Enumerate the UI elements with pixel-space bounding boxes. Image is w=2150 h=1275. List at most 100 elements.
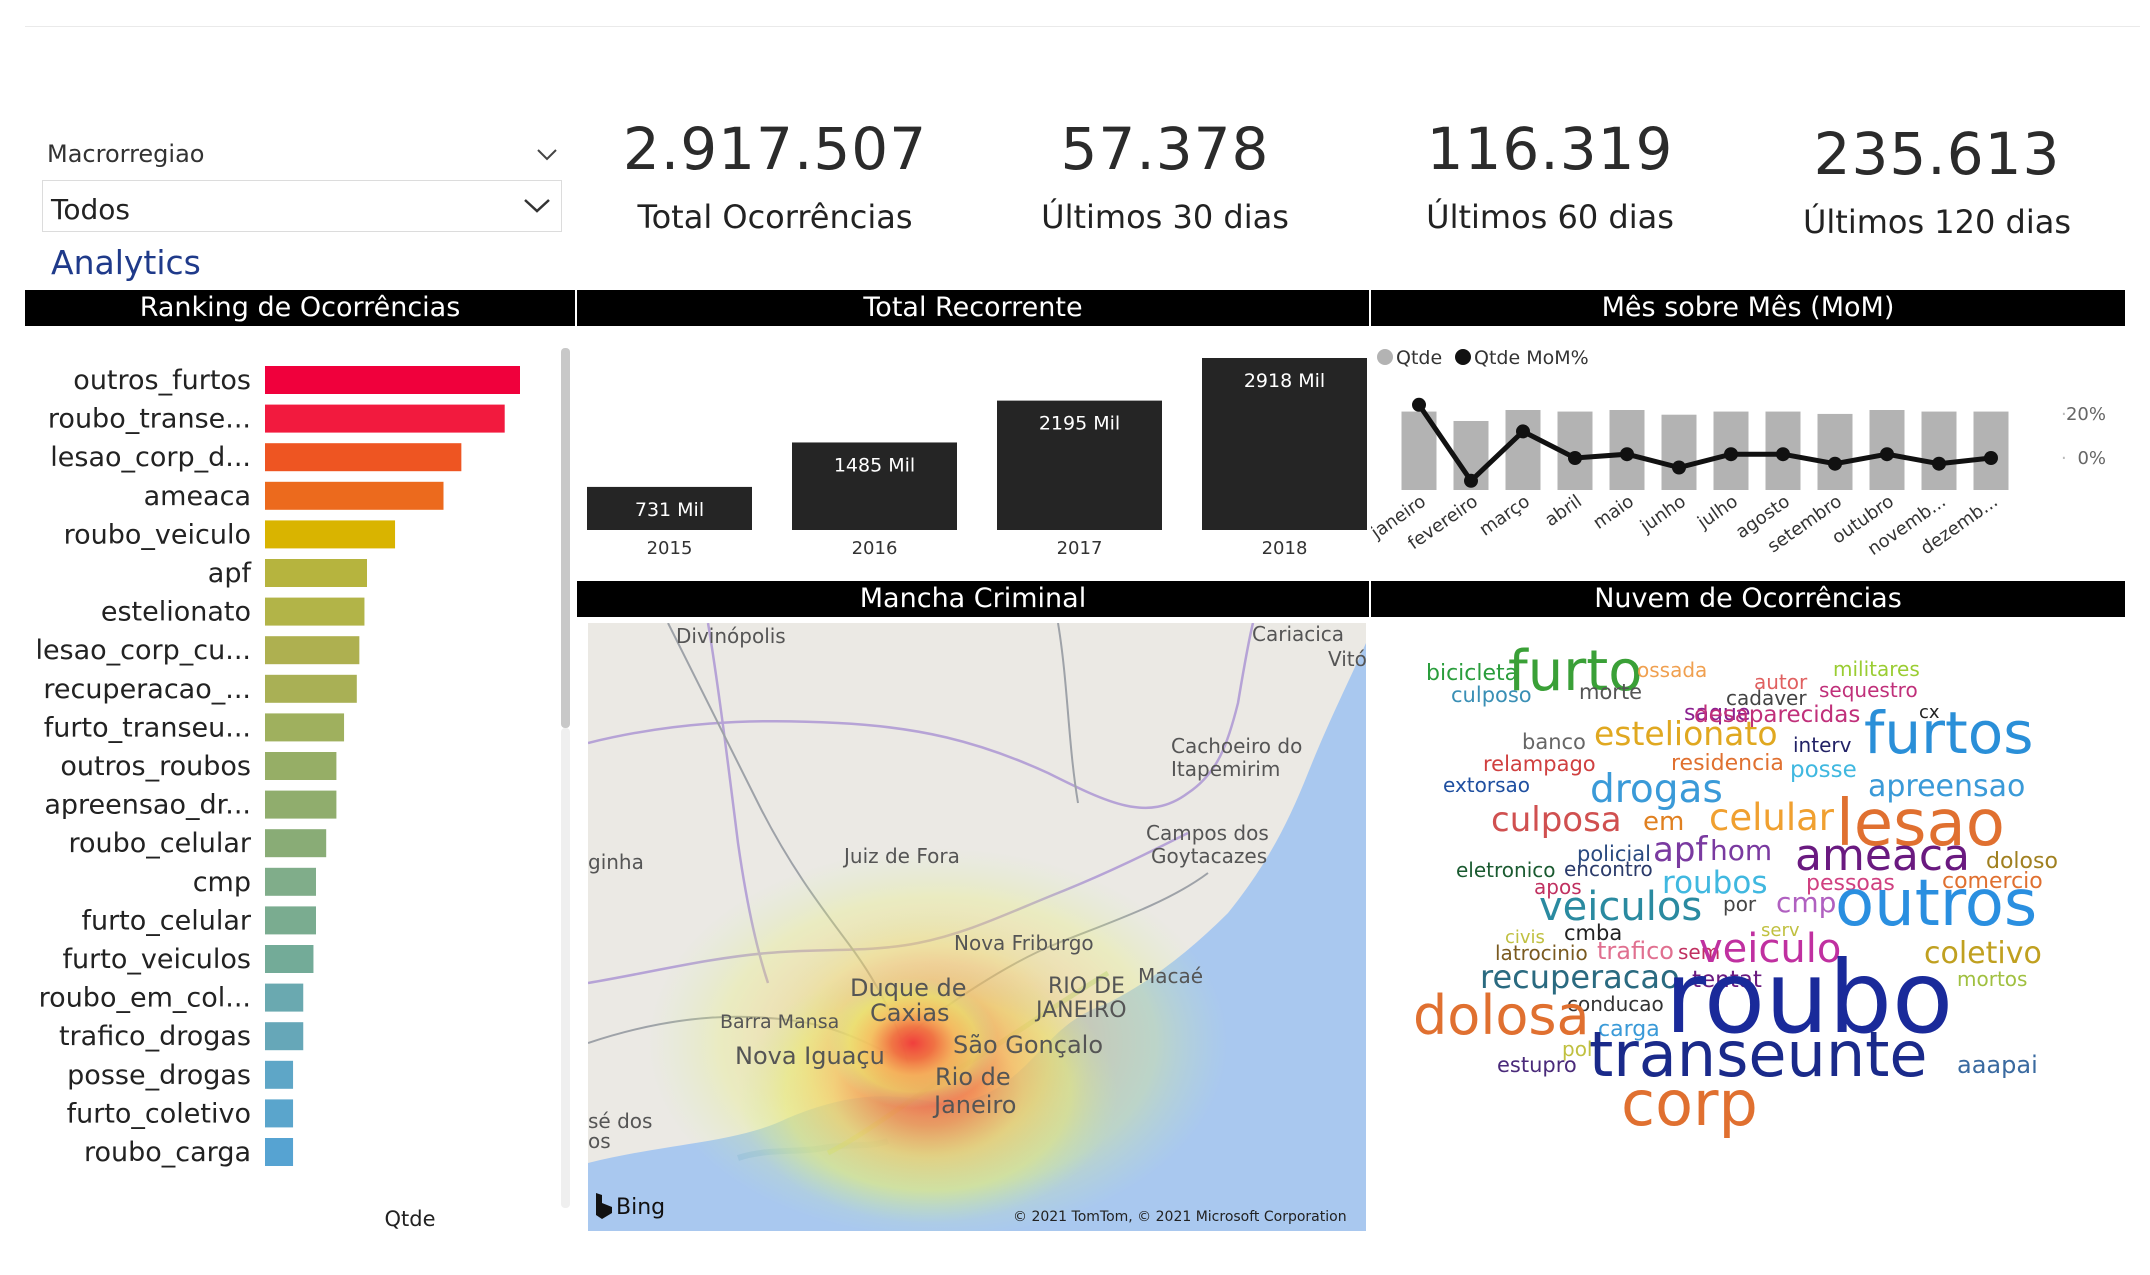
ranking-chart[interactable]: outros_furtos roubo_transe... lesao_corp_d… bbox=[25, 340, 575, 1240]
recorrente-x-label: 2015 bbox=[647, 538, 693, 559]
mom-header: Mês sobre Mês (MoM) bbox=[1371, 290, 2125, 326]
word-cloud-word[interactable]: extorsao bbox=[1443, 773, 1530, 797]
mom-point[interactable] bbox=[1620, 447, 1634, 462]
ranking-bar[interactable] bbox=[265, 1138, 294, 1166]
mom-qtde-bar[interactable] bbox=[1817, 413, 1853, 490]
mom-qtde-bar[interactable] bbox=[1505, 410, 1541, 490]
word-cloud-word[interactable]: cmp bbox=[1776, 886, 1836, 919]
word-cloud-word[interactable]: ossada bbox=[1637, 658, 1707, 682]
word-cloud-word[interactable]: por bbox=[1723, 892, 1757, 916]
mom-point[interactable] bbox=[1880, 447, 1894, 462]
nuvem-header: Nuvem de Ocorrências bbox=[1371, 581, 2125, 617]
mom-qtde-bar[interactable] bbox=[1921, 411, 1957, 490]
mom-point[interactable] bbox=[1932, 456, 1946, 471]
legend-mom-marker bbox=[1455, 349, 1471, 365]
word-cloud-word[interactable]: apf bbox=[1653, 830, 1708, 870]
word-cloud-word[interactable]: estelionato bbox=[1594, 714, 1778, 753]
ranking-bar[interactable] bbox=[265, 366, 520, 394]
word-cloud-word[interactable]: posse bbox=[1790, 757, 1857, 783]
word-cloud-word[interactable]: aaapai bbox=[1957, 1051, 2038, 1079]
mom-x-label: junho bbox=[1636, 491, 1690, 538]
kpi-30d-label: Últimos 30 dias bbox=[1041, 198, 1289, 236]
mom-point[interactable] bbox=[1828, 456, 1842, 471]
ranking-bar[interactable] bbox=[265, 1022, 304, 1051]
place-cachoeiro-1: Cachoeiro do bbox=[1171, 734, 1302, 758]
ranking-bar[interactable] bbox=[265, 752, 337, 780]
place-vitoria: Vitó bbox=[1328, 647, 1366, 671]
ranking-bar[interactable] bbox=[265, 481, 444, 510]
kpi-total-value: 2.917.507 bbox=[622, 115, 928, 183]
bing-text: Bing bbox=[616, 1195, 665, 1220]
ranking-category-label: roubo_em_col... bbox=[39, 983, 251, 1014]
ranking-bar[interactable] bbox=[265, 1099, 294, 1128]
crime-heat-map[interactable]: Divinópolis Cariacica Vitó Cachoeiro do … bbox=[588, 623, 1366, 1231]
ranking-bar[interactable] bbox=[265, 867, 316, 896]
ranking-bar[interactable] bbox=[265, 829, 327, 858]
ranking-category-label: roubo_celular bbox=[68, 828, 251, 859]
recorrente-data-label: 1485 Mil bbox=[834, 454, 915, 476]
ranking-bar[interactable] bbox=[265, 597, 365, 626]
word-cloud-word[interactable]: interv bbox=[1793, 733, 1852, 757]
kpi-60d-value: 116.319 bbox=[1426, 115, 1674, 183]
kpi-60d-label: Últimos 60 dias bbox=[1426, 198, 1674, 236]
mom-point[interactable] bbox=[1516, 424, 1530, 439]
recorrente-chart[interactable]: 731 Mil 2015 1485 Mil 2016 2195 Mil 2017 2918 … bbox=[577, 330, 1369, 570]
legend-qtde-label: Qtde bbox=[1396, 347, 1442, 369]
place-campos-1: Campos dos bbox=[1146, 821, 1269, 845]
legend-qtde-marker bbox=[1377, 349, 1393, 365]
ranking-scrollbar[interactable] bbox=[561, 348, 570, 728]
mom-qtde-bar[interactable] bbox=[1973, 411, 2009, 490]
ranking-category-label: furto_celular bbox=[81, 905, 251, 936]
mom-point[interactable] bbox=[1412, 397, 1426, 412]
word-cloud-word[interactable]: mortos bbox=[1957, 967, 2027, 991]
mom-point[interactable] bbox=[1464, 473, 1478, 488]
top-divider bbox=[25, 26, 2140, 27]
ranking-bar[interactable] bbox=[265, 983, 304, 1012]
ranking-category-label: recuperacao_... bbox=[43, 674, 251, 705]
ranking-bar[interactable] bbox=[265, 404, 505, 433]
ranking-bar[interactable] bbox=[265, 559, 367, 587]
word-cloud-word[interactable]: estupro bbox=[1497, 1053, 1577, 1077]
ranking-category-label: lesao_corp_d... bbox=[50, 442, 251, 473]
mom-x-label: abril bbox=[1541, 491, 1586, 531]
mom-point[interactable] bbox=[1776, 447, 1790, 462]
word-cloud[interactable]: bicicletafurtoossada militaresculposo mort… bbox=[1371, 620, 2150, 1140]
word-cloud-word[interactable]: outros bbox=[1835, 867, 2037, 941]
word-cloud-word[interactable]: hom bbox=[1710, 834, 1772, 867]
word-cloud-word[interactable]: morte bbox=[1579, 680, 1642, 704]
mom-line[interactable] bbox=[1416, 403, 1992, 485]
ranking-bar[interactable] bbox=[265, 520, 396, 549]
mom-point[interactable] bbox=[1984, 451, 1998, 465]
place-nova-friburgo: Nova Friburgo bbox=[954, 931, 1094, 955]
analytics-link[interactable]: Analytics bbox=[51, 243, 201, 282]
chevron-down-icon[interactable] bbox=[523, 197, 551, 215]
ranking-bar[interactable] bbox=[265, 636, 360, 665]
mom-y2-tick: 0% bbox=[2077, 448, 2106, 469]
ranking-category-label: lesao_corp_cu... bbox=[35, 635, 251, 666]
ranking-category-label: furto_coletivo bbox=[67, 1098, 251, 1129]
mom-point[interactable] bbox=[1672, 460, 1686, 475]
ranking-scroll-track[interactable] bbox=[561, 728, 570, 1208]
mom-qtde-bar[interactable] bbox=[1661, 414, 1697, 490]
word-cloud-word[interactable]: culposo bbox=[1451, 683, 1532, 707]
word-cloud-word[interactable]: corp bbox=[1621, 1067, 1758, 1140]
place-nova-iguacu: Nova Iguaçu bbox=[735, 1042, 885, 1070]
word-cloud-word[interactable]: culposa bbox=[1491, 800, 1622, 840]
ranking-bar[interactable] bbox=[265, 713, 345, 742]
macrorregiao-dropdown[interactable]: Todos bbox=[42, 180, 562, 232]
mom-point[interactable] bbox=[1724, 447, 1738, 462]
chevron-down-icon[interactable] bbox=[536, 148, 558, 162]
ranking-bar[interactable] bbox=[265, 790, 337, 819]
ranking-bar[interactable] bbox=[265, 945, 314, 973]
ranking-bar[interactable] bbox=[265, 1060, 294, 1089]
ranking-bar[interactable] bbox=[265, 443, 462, 472]
ranking-bar[interactable] bbox=[265, 906, 316, 935]
word-cloud-word[interactable]: banco bbox=[1522, 730, 1586, 754]
ranking-category-label: furto_transeu... bbox=[44, 712, 251, 743]
word-cloud-word[interactable]: furtos bbox=[1864, 699, 2033, 767]
mom-point[interactable] bbox=[1568, 451, 1582, 465]
kpi-30d-value: 57.378 bbox=[1060, 115, 1270, 183]
ranking-bar[interactable] bbox=[265, 674, 357, 703]
recorrente-x-label: 2017 bbox=[1057, 538, 1103, 559]
mom-chart[interactable]: Qtde Qtde MoM%janeirofevereiromarço abril m… bbox=[1371, 330, 2150, 580]
